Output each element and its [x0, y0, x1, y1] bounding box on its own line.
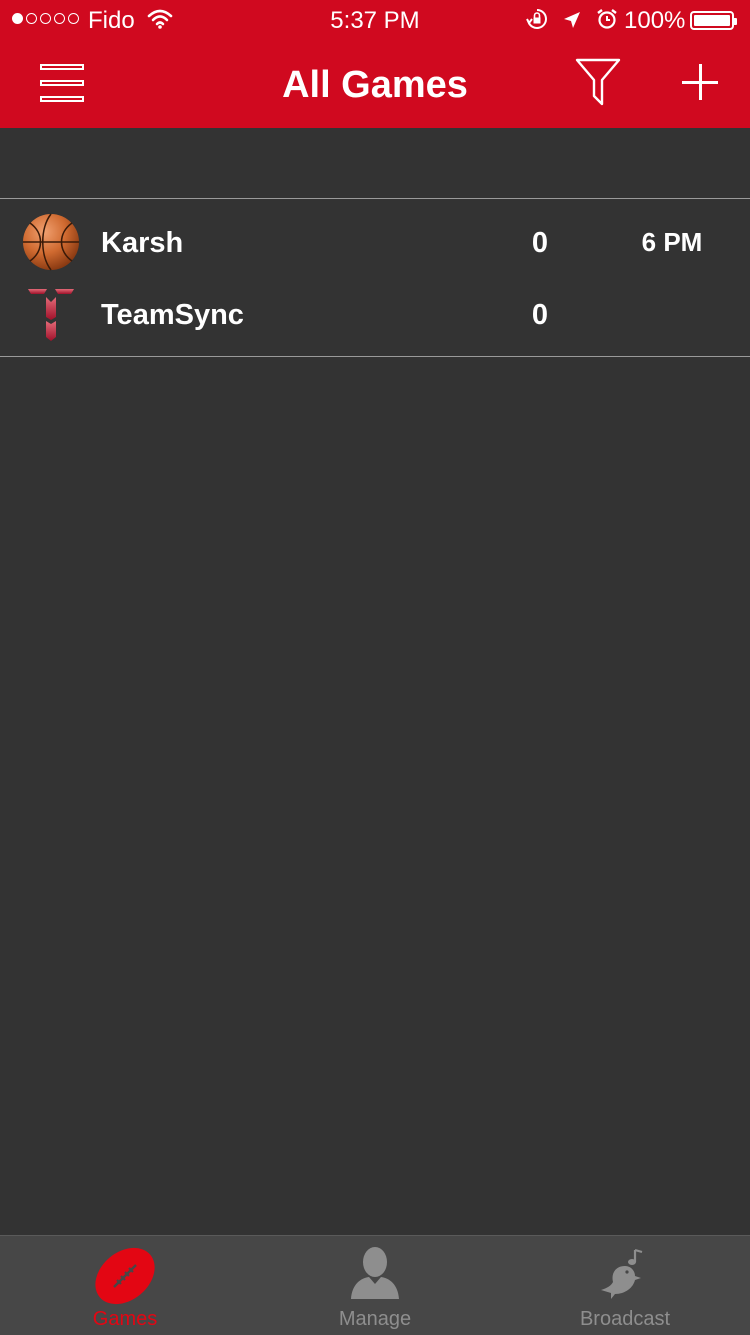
tab-bar: Games Manage Broadcast [0, 1235, 750, 1335]
list-header-spacer [0, 128, 750, 198]
battery-icon [690, 11, 737, 30]
tab-broadcast[interactable]: Broadcast [500, 1236, 750, 1335]
header: Fido 5:37 PM 100% All Games [0, 0, 750, 128]
add-game-button[interactable] [682, 64, 718, 100]
tab-label: Manage [338, 1308, 412, 1330]
basketball-icon [22, 213, 80, 271]
navigation-bar: All Games [0, 40, 750, 128]
orientation-lock-icon [526, 8, 548, 37]
tab-label: Broadcast [579, 1308, 671, 1330]
team-name: Karsh [101, 227, 184, 259]
tab-games[interactable]: Games [0, 1236, 250, 1335]
game-time: 6 PM [641, 227, 703, 257]
bird-icon [597, 1244, 653, 1305]
status-bar: Fido 5:37 PM 100% [0, 0, 750, 40]
football-icon [92, 1244, 158, 1313]
team-row-away: TeamSync 0 [0, 285, 750, 345]
filter-icon [575, 58, 621, 106]
page-title: All Games [282, 64, 468, 106]
team-name: TeamSync [101, 299, 244, 331]
battery-percentage: 100% [624, 7, 686, 34]
game-list-item[interactable]: Karsh 0 6 PM TeamSync 0 [0, 198, 750, 357]
filter-button[interactable] [575, 58, 621, 106]
team-score: 0 [531, 227, 549, 259]
team-score: 0 [531, 299, 549, 331]
tab-manage[interactable]: Manage [250, 1236, 500, 1335]
alarm-icon [596, 8, 618, 37]
teamsync-logo-icon [22, 285, 80, 343]
location-icon [562, 9, 582, 37]
tab-label: Games [92, 1308, 158, 1330]
person-icon [347, 1244, 403, 1305]
team-row-home: Karsh 0 6 PM [0, 213, 750, 273]
